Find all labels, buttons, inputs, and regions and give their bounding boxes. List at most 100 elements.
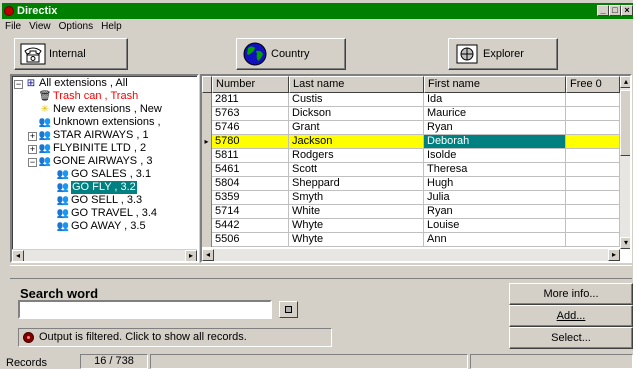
column-header-first-name[interactable]: First name (424, 76, 566, 93)
cell-last-name[interactable]: Scott (289, 163, 424, 177)
column-header-free-0[interactable]: Free 0 (566, 76, 620, 93)
add-button[interactable]: Add... (509, 305, 633, 327)
cell-number[interactable]: 5359 (212, 191, 289, 205)
scroll-down-icon[interactable]: ▾ (620, 237, 630, 249)
cell-free-0[interactable] (566, 149, 620, 163)
row-indicator[interactable] (202, 177, 212, 191)
minimize-button[interactable]: _ (597, 5, 609, 16)
table-row[interactable]: 5746 Grant Ryan (212, 121, 620, 135)
cell-first-name[interactable]: Theresa (424, 163, 566, 177)
row-indicator[interactable]: ▸ (202, 135, 212, 149)
cell-number[interactable]: 5763 (212, 107, 289, 121)
scroll-right-icon[interactable]: ▸ (608, 249, 620, 261)
cell-free-0[interactable] (566, 219, 620, 233)
tree-node-unknown[interactable]: 👥 Unknown extensions , (38, 116, 161, 129)
cell-first-name[interactable]: Isolde (424, 149, 566, 163)
tree-node-all[interactable]: ⊞ All extensions , All (24, 77, 128, 90)
cell-last-name[interactable]: Whyte (289, 233, 424, 247)
search-input[interactable] (18, 300, 272, 319)
explorer-button[interactable]: Explorer (448, 38, 558, 70)
menu-options[interactable]: Options (55, 20, 97, 34)
tree-node-trash[interactable]: 🗑 Trash can , Trash (38, 90, 139, 103)
cell-last-name[interactable]: Jackson (289, 135, 424, 149)
cell-number[interactable]: 5746 (212, 121, 289, 135)
cell-last-name[interactable]: Rodgers (289, 149, 424, 163)
search-go-button[interactable] (279, 301, 298, 318)
cell-first-name[interactable]: Maurice (424, 107, 566, 121)
cell-last-name[interactable]: Grant (289, 121, 424, 135)
collapse-icon[interactable]: − (28, 158, 37, 167)
cell-free-0[interactable] (566, 121, 620, 135)
cell-last-name[interactable]: Smyth (289, 191, 424, 205)
menu-file[interactable]: File (2, 20, 25, 34)
cell-number[interactable]: 5442 (212, 219, 289, 233)
scroll-thumb[interactable] (620, 90, 630, 156)
cell-free-0[interactable] (566, 233, 620, 247)
row-indicator[interactable] (202, 191, 212, 205)
cell-number[interactable]: 5461 (212, 163, 289, 177)
tree-node-go-fly[interactable]: 👥 GO FLY , 3.2 (56, 181, 137, 194)
select-button[interactable]: Select... (509, 327, 633, 349)
filter-notice[interactable]: Output is filtered. Click to show all re… (18, 328, 332, 347)
cell-free-0[interactable] (566, 205, 620, 219)
tree-node-go-travel[interactable]: 👥 GO TRAVEL , 3.4 (56, 207, 157, 220)
cell-first-name[interactable]: Louise (424, 219, 566, 233)
row-indicator[interactable] (202, 121, 212, 135)
scroll-right-icon[interactable]: ▸ (185, 250, 197, 261)
menu-view[interactable]: View (25, 20, 55, 34)
cell-number[interactable]: 2811 (212, 93, 289, 107)
cell-first-name[interactable]: Deborah (424, 135, 566, 149)
collapse-icon[interactable]: − (14, 80, 23, 89)
cell-free-0[interactable] (566, 135, 620, 149)
cell-number[interactable]: 5714 (212, 205, 289, 219)
cell-first-name[interactable]: Ryan (424, 205, 566, 219)
close-button[interactable]: × (621, 5, 633, 16)
table-row[interactable]: 5763 Dickson Maurice (212, 107, 620, 121)
cell-free-0[interactable] (566, 191, 620, 205)
cell-number[interactable]: 5811 (212, 149, 289, 163)
tree-node-new[interactable]: ✳ New extensions , New (38, 103, 162, 116)
column-header-last-name[interactable]: Last name (289, 76, 424, 93)
maximize-button[interactable]: □ (609, 5, 621, 16)
column-header-number[interactable]: Number (212, 76, 289, 93)
table-row[interactable]: 5804 Sheppard Hugh (212, 177, 620, 191)
tree-node-star-airways[interactable]: 👥 STAR AIRWAYS , 1 (38, 129, 149, 142)
cell-first-name[interactable]: Hugh (424, 177, 566, 191)
table-row[interactable]: 2811 Custis Ida (212, 93, 620, 107)
internal-button[interactable]: Internal (14, 38, 128, 70)
cell-first-name[interactable]: Ida (424, 93, 566, 107)
table-row[interactable]: 5442 Whyte Louise (212, 219, 620, 233)
table-row[interactable]: 5359 Smyth Julia (212, 191, 620, 205)
more-info-button[interactable]: More info... (509, 283, 633, 305)
table-row[interactable]: 5506 Whyte Ann (212, 233, 620, 247)
cell-last-name[interactable]: Custis (289, 93, 424, 107)
row-indicator[interactable] (202, 233, 212, 247)
scroll-left-icon[interactable]: ◂ (12, 250, 24, 261)
extension-tree[interactable]: − ⊞ All extensions , All 🗑 Trash can , T… (10, 74, 199, 263)
row-indicator[interactable] (202, 149, 212, 163)
cell-last-name[interactable]: Sheppard (289, 177, 424, 191)
cell-first-name[interactable]: Ann (424, 233, 566, 247)
splitter-bar[interactable] (10, 265, 632, 279)
table-row[interactable]: 5714 White Ryan (212, 205, 620, 219)
scroll-up-icon[interactable]: ▴ (620, 76, 630, 88)
expand-icon[interactable]: + (28, 132, 37, 141)
tree-horizontal-scrollbar[interactable]: ◂ ▸ (12, 249, 197, 261)
cell-free-0[interactable] (566, 163, 620, 177)
cell-number[interactable]: 5506 (212, 233, 289, 247)
row-indicator[interactable] (202, 107, 212, 121)
cell-first-name[interactable]: Ryan (424, 121, 566, 135)
scroll-left-icon[interactable]: ◂ (202, 249, 214, 261)
row-indicator[interactable] (202, 163, 212, 177)
cell-free-0[interactable] (566, 93, 620, 107)
title-bar[interactable]: Directix _ □ × (2, 3, 633, 19)
extensions-grid[interactable]: Number Last name First name Free 0 2811 C… (200, 74, 632, 263)
tree-node-gone-airways[interactable]: 👥 GONE AIRWAYS , 3 (38, 155, 153, 168)
row-indicator[interactable] (202, 219, 212, 233)
table-row[interactable]: 5780 Jackson Deborah (212, 135, 620, 149)
cell-number[interactable]: 5780 (212, 135, 289, 149)
tree-node-go-sell[interactable]: 👥 GO SELL , 3.3 (56, 194, 142, 207)
cell-last-name[interactable]: White (289, 205, 424, 219)
tree-node-flybinite[interactable]: 👥 FLYBINITE LTD , 2 (38, 142, 146, 155)
grid-horizontal-scrollbar[interactable]: ◂ ▸ (202, 249, 620, 261)
